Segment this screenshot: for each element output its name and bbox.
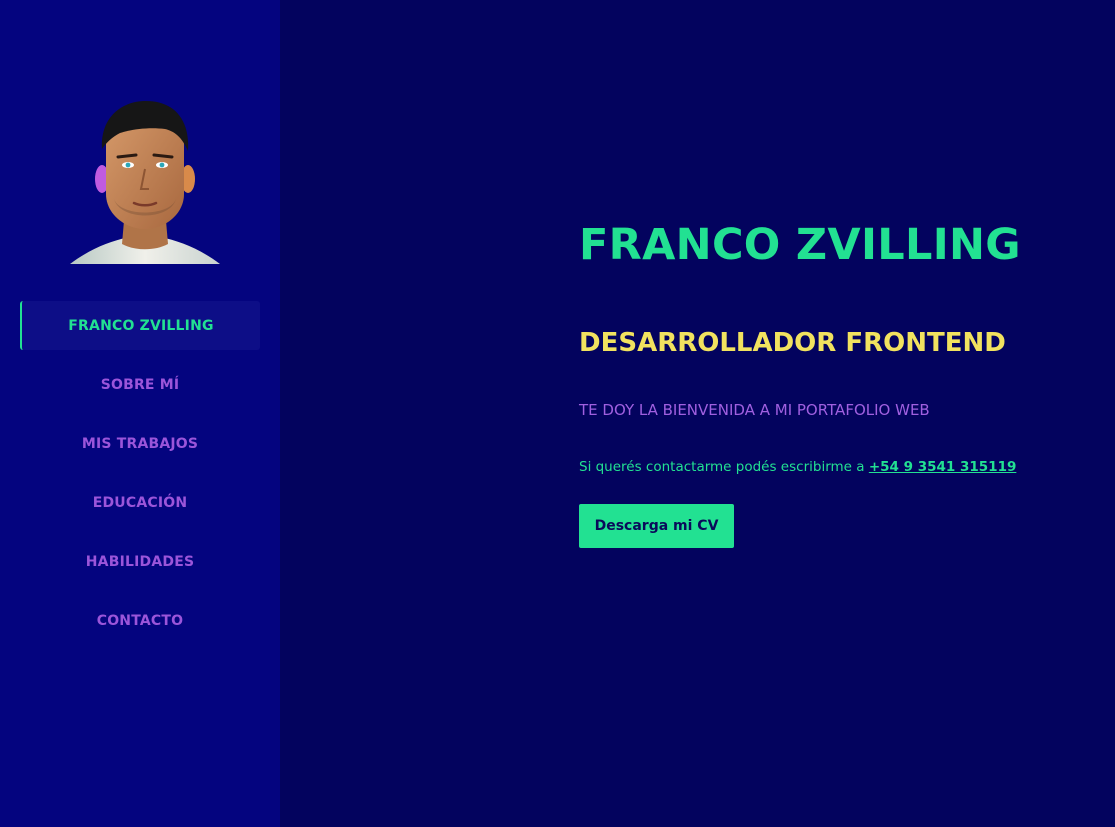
nav-item-sobre-mi[interactable]: SOBRE MÍ	[20, 360, 260, 409]
hero-name: FRANCO ZVILLING	[579, 220, 1021, 270]
contact-text: Si querés contactarme podés escribirme a	[579, 459, 869, 475]
phone-link[interactable]: +54 9 3541 315119	[869, 459, 1017, 475]
nav-item-inicio[interactable]: FRANCO ZVILLING	[20, 301, 260, 350]
sidebar: FRANCO ZVILLING SOBRE MÍ MIS TRABAJOS ED…	[0, 0, 280, 827]
contact-line: Si querés contactarme podés escribirme a…	[579, 459, 1016, 475]
profile-avatar	[70, 101, 220, 264]
nav-item-habilidades[interactable]: HABILIDADES	[20, 537, 260, 586]
nav-item-educacion[interactable]: EDUCACIÓN	[20, 478, 260, 527]
portfolio-page: FRANCO ZVILLING SOBRE MÍ MIS TRABAJOS ED…	[0, 0, 1115, 827]
nav-item-contacto[interactable]: CONTACTO	[20, 596, 260, 645]
welcome-text: TE DOY LA BIENVENIDA A MI PORTAFOLIO WEB	[579, 401, 930, 419]
download-cv-button[interactable]: Descarga mi CV	[579, 504, 734, 548]
nav-item-mis-trabajos[interactable]: MIS TRABAJOS	[20, 419, 260, 468]
hero-role: DESARROLLADOR FRONTEND	[579, 328, 1006, 358]
sidebar-nav: FRANCO ZVILLING SOBRE MÍ MIS TRABAJOS ED…	[20, 301, 260, 655]
